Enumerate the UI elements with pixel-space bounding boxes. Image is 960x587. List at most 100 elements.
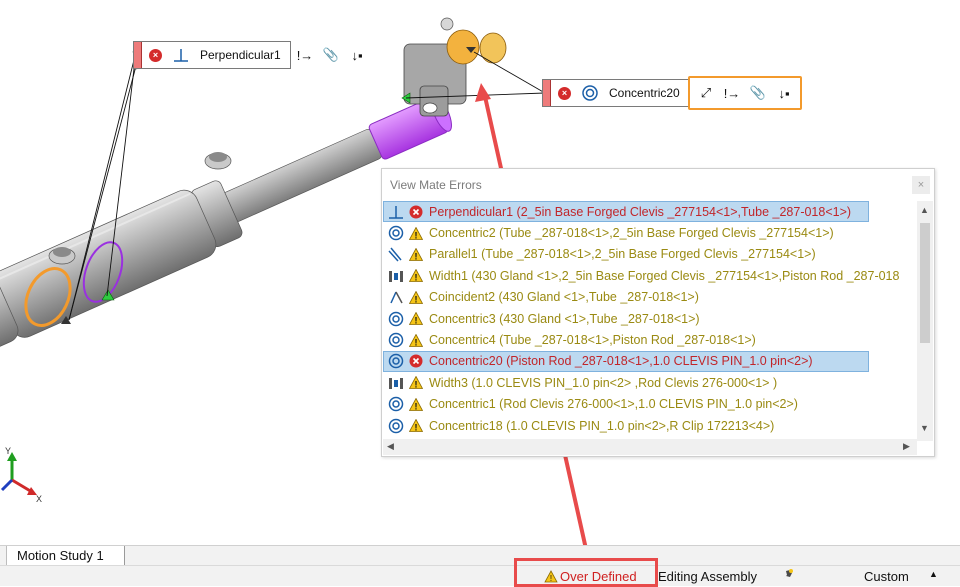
svg-text:!: !	[415, 316, 418, 326]
error-icon: ×	[149, 48, 162, 62]
tab-gutter	[0, 546, 7, 565]
callout-mate-name: Concentric20	[609, 86, 680, 100]
list-item-text: Coincident2 (430 Gland <1>,Tube _287-018…	[429, 290, 699, 305]
triad-y-label: Y	[5, 446, 12, 456]
list-item-text: Width1 (430 Gland <1>,2_5in Base Forged …	[429, 268, 900, 283]
over-defined-status[interactable]: ! Over Defined	[544, 569, 637, 584]
next-error-icon[interactable]: !→	[295, 45, 315, 65]
status-bar: ! Over Defined Editing Assembly Custom ▲	[0, 558, 960, 587]
perpendicular-mate-icon	[172, 47, 190, 63]
list-item-text: Perpendicular1 (2_5in Base Forged Clevis…	[429, 204, 852, 219]
list-item[interactable]: ! Width1 (430 Gland <1>,2_5in Base Forged…	[383, 265, 917, 286]
perpendicular-mate-icon	[387, 203, 405, 221]
sort-icon[interactable]: ↓▪	[774, 83, 794, 103]
attach-icon[interactable]: 📎	[321, 45, 341, 65]
warning-icon: !	[409, 397, 423, 411]
callout-tab	[134, 42, 142, 68]
svg-text:!: !	[415, 380, 418, 390]
list-item-text: Parallel1 (Tube _287-018<1>,2_5in Base F…	[429, 247, 816, 262]
warning-icon: !	[409, 419, 423, 433]
dialog-title: View Mate Errors	[390, 178, 482, 192]
editing-assembly-status: Editing Assembly	[658, 569, 757, 584]
scrollbar-thumb[interactable]	[920, 223, 930, 343]
units-caret-icon[interactable]: ▲	[929, 569, 938, 579]
warning-icon: !	[409, 269, 423, 283]
svg-text:!: !	[550, 574, 552, 583]
width-mate-icon	[387, 267, 405, 285]
list-item[interactable]: Concentric20 (Piston Rod _287-018<1>,1.0…	[383, 350, 869, 373]
list-item-text: Concentric3 (430 Gland <1>,Tube _287-018…	[429, 311, 700, 326]
scroll-down-icon[interactable]: ▼	[920, 423, 929, 433]
concentric-mate-icon	[387, 395, 405, 413]
svg-text:!: !	[415, 273, 418, 283]
warning-icon: !	[409, 333, 423, 347]
scroll-up-icon[interactable]: ▲	[920, 205, 929, 215]
flip-alignment-icon[interactable]: ⤢	[696, 83, 716, 103]
attach-icon[interactable]: 📎	[748, 83, 768, 103]
list-item[interactable]: Perpendicular1 (2_5in Base Forged Clevis…	[383, 201, 869, 223]
svg-text:!: !	[415, 230, 418, 240]
next-error-icon[interactable]: !→	[722, 83, 742, 103]
parallel-mate-icon	[387, 245, 405, 263]
warning-icon: !	[409, 376, 423, 390]
concentric-mate-icon	[387, 331, 405, 349]
vertical-scrollbar[interactable]: ▲ ▼	[917, 201, 933, 441]
list-item[interactable]: ! Concentric3 (430 Gland <1>,Tube _287-01…	[383, 308, 917, 329]
perpendicular1-callout-toolbar: !→ 📎 ↓▪	[295, 41, 367, 69]
warning-icon: !	[409, 247, 423, 261]
units-selector[interactable]: Custom	[864, 569, 909, 584]
view-mate-errors-dialog: View Mate Errors × Perpendicular1 (2_5in…	[381, 168, 935, 457]
warning-icon: !	[409, 290, 423, 304]
error-icon	[409, 354, 423, 368]
warning-icon: !	[544, 570, 558, 583]
concentric-mate-icon	[387, 310, 405, 328]
triad-x-label: X	[36, 494, 43, 504]
svg-text:!: !	[415, 337, 418, 347]
mate-errors-rows: Perpendicular1 (2_5in Base Forged Clevis…	[383, 201, 917, 436]
list-item[interactable]: ! Coincident2 (430 Gland <1>,Tube _287-01…	[383, 287, 917, 308]
error-icon: ×	[558, 86, 571, 100]
svg-text:!: !	[415, 401, 418, 411]
graphics-area[interactable]: Y X × Perpendicular1 !→ 📎 ↓▪ × Concentri…	[0, 0, 960, 545]
warning-icon: !	[409, 312, 423, 326]
concentric20-callout[interactable]: × Concentric20	[542, 79, 690, 107]
list-item-text: Concentric1 (Rod Clevis 276-000<1>,1.0 C…	[429, 397, 798, 412]
error-icon	[409, 205, 423, 219]
list-item[interactable]: ! Concentric2 (Tube _287-018<1>,2_5in Bas…	[383, 222, 917, 243]
bottom-tabs-bar: Motion Study 1	[0, 545, 960, 566]
mate-errors-list[interactable]: Perpendicular1 (2_5in Base Forged Clevis…	[383, 201, 933, 455]
pin-icon[interactable]	[780, 568, 794, 585]
list-item-text: Width3 (1.0 CLEVIS PIN_1.0 pin<2> ,Rod C…	[429, 375, 778, 390]
concentric-mate-icon	[387, 417, 405, 435]
list-item-text: Concentric2 (Tube _287-018<1>,2_5in Base…	[429, 226, 834, 241]
tab-motion-study-1[interactable]: Motion Study 1	[7, 546, 125, 566]
list-item[interactable]: ! Concentric18 (1.0 CLEVIS PIN_1.0 pin<2>…	[383, 415, 917, 436]
over-defined-label: Over Defined	[560, 569, 637, 584]
concentric-mate-icon	[387, 224, 405, 242]
svg-text:!: !	[415, 294, 418, 304]
width-mate-icon	[387, 374, 405, 392]
close-button[interactable]: ×	[912, 176, 930, 194]
coincident-mate-icon	[387, 288, 405, 306]
svg-text:!: !	[415, 251, 418, 261]
list-item-text: Concentric18 (1.0 CLEVIS PIN_1.0 pin<2>,…	[429, 418, 775, 433]
perpendicular1-callout[interactable]: × Perpendicular1	[133, 41, 291, 69]
list-item-text: Concentric4 (Tube _287-018<1>,Piston Rod…	[429, 333, 756, 348]
concentric20-callout-toolbar: ⤢ !→ 📎 ↓▪	[688, 76, 802, 110]
list-item-text: Concentric20 (Piston Rod _287-018<1>,1.0…	[429, 354, 813, 369]
callout-tab	[543, 80, 551, 106]
coordinate-triad	[0, 452, 37, 495]
horizontal-scrollbar[interactable]: ◀ ▶	[383, 439, 917, 455]
list-item[interactable]: ! Width3 (1.0 CLEVIS PIN_1.0 pin<2> ,Rod …	[383, 372, 917, 393]
list-item[interactable]: ! Concentric1 (Rod Clevis 276-000<1>,1.0 …	[383, 394, 917, 415]
list-item[interactable]: ! Concentric4 (Tube _287-018<1>,Piston Ro…	[383, 329, 917, 350]
warning-icon: !	[409, 226, 423, 240]
list-item[interactable]: ! Parallel1 (Tube _287-018<1>,2_5in Base …	[383, 244, 917, 265]
concentric-mate-icon	[581, 84, 599, 102]
callout-mate-name: Perpendicular1	[200, 48, 281, 62]
scroll-left-icon[interactable]: ◀	[387, 441, 394, 452]
sort-icon[interactable]: ↓▪	[347, 45, 367, 65]
concentric-mate-icon	[387, 352, 405, 370]
svg-text:!: !	[415, 423, 418, 433]
scroll-right-icon[interactable]: ▶	[903, 441, 910, 452]
